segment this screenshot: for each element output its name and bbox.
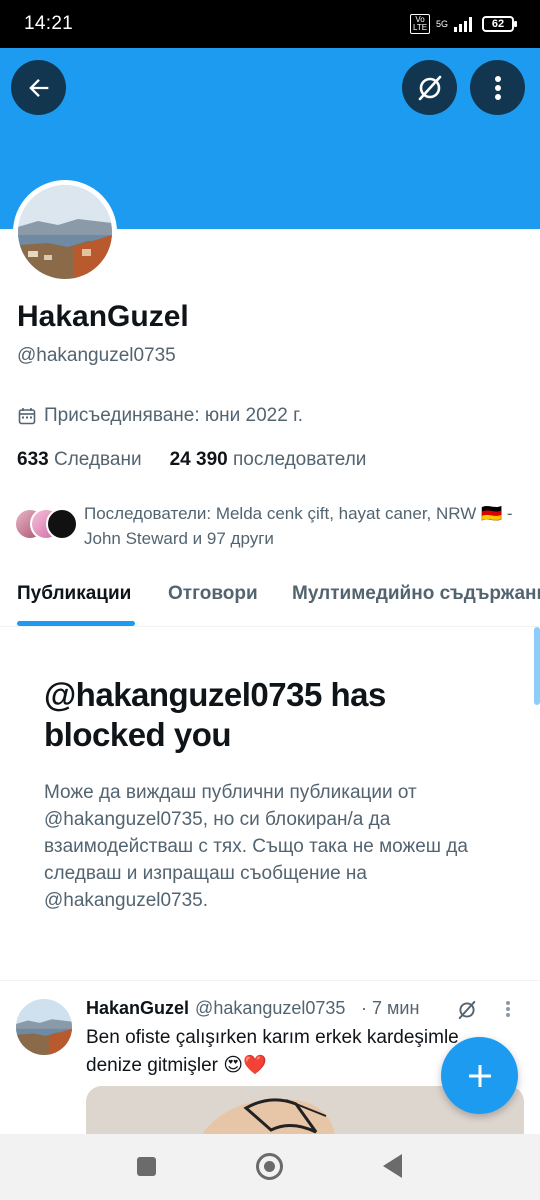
tweet-more-button[interactable] xyxy=(505,1000,511,1023)
joined-text: Присъединяване: юни 2022 г. xyxy=(44,405,303,426)
more-options-button[interactable] xyxy=(470,60,525,115)
following-count: 633 xyxy=(17,449,49,470)
profile-tabs: Публикации Отговори Мултимедийно съдържа… xyxy=(0,571,540,627)
tweet-time[interactable]: · 7 мин xyxy=(361,998,419,1019)
more-vertical-icon xyxy=(494,75,501,100)
signal-icon xyxy=(454,17,472,32)
back-triangle-icon[interactable] xyxy=(383,1154,402,1178)
followers-you-know[interactable]: Последователи: Melda cenk çift, hayat ca… xyxy=(14,500,524,552)
avatar-image xyxy=(18,185,112,279)
tweet-avatar[interactable] xyxy=(16,999,72,1055)
home-circle-icon[interactable] xyxy=(256,1153,283,1180)
follower-avatar xyxy=(46,508,78,540)
network-5g-icon: 5G xyxy=(435,18,448,29)
profile-handle: @hakanguzel0735 xyxy=(17,345,176,366)
profile-counts: 633 Следвани 24 390 последователи xyxy=(17,449,366,471)
followers-link[interactable]: 24 390 последователи xyxy=(170,449,367,471)
tweet-author-name[interactable]: HakanGuzel xyxy=(86,998,189,1019)
blocked-body: Може да виждаш публични публикации от @h… xyxy=(44,782,468,911)
status-time: 14:21 xyxy=(24,13,74,34)
status-bar: 14:21 Vo LTE 5G 62 xyxy=(0,0,540,48)
plus-icon xyxy=(468,1064,491,1087)
screen: 14:21 Vo LTE 5G 62 HakanGuzel @hakanguze… xyxy=(0,0,540,1200)
tab-posts[interactable]: Публикации xyxy=(17,583,131,605)
tweet-grok-button[interactable] xyxy=(456,999,478,1026)
followers-count: 24 390 xyxy=(169,449,228,470)
divider xyxy=(0,980,540,981)
back-arrow-icon xyxy=(28,78,48,97)
followers-you-know-text: Последователи: Melda cenk çift, hayat ca… xyxy=(84,504,513,548)
network-label: 5G xyxy=(435,18,448,29)
tweet-author-handle[interactable]: @hakanguzel0735 xyxy=(195,998,355,1019)
following-label: Следвани xyxy=(53,449,142,470)
active-tab-indicator xyxy=(17,621,135,626)
compose-post-button[interactable] xyxy=(441,1037,518,1114)
profile-avatar[interactable] xyxy=(13,180,117,284)
blocked-title: @hakanguzel0735 has blocked you xyxy=(44,676,386,753)
follower-avatars xyxy=(14,508,78,542)
calendar-icon xyxy=(18,408,36,425)
tab-replies[interactable]: Отговори xyxy=(168,583,258,605)
scrollbar[interactable] xyxy=(534,627,540,705)
more-vertical-icon xyxy=(506,1001,510,1017)
back-button[interactable] xyxy=(11,60,66,115)
grok-icon xyxy=(458,1000,476,1020)
grok-button[interactable] xyxy=(402,60,457,115)
grok-icon xyxy=(418,75,441,100)
followers-label: последователи xyxy=(233,449,367,470)
volte-icon: Vo LTE xyxy=(409,14,430,34)
profile-joined: Присъединяване: юни 2022 г. xyxy=(18,405,303,427)
recents-square-icon[interactable] xyxy=(137,1157,156,1176)
status-icons: Vo LTE 5G 62 xyxy=(409,14,517,34)
tab-media[interactable]: Мултимедийно съдържание xyxy=(292,583,540,605)
profile-display-name: HakanGuzel xyxy=(17,300,189,333)
battery-icon: 62 xyxy=(482,16,517,32)
tweet-header: HakanGuzel @hakanguzel0735 · 7 мин xyxy=(86,998,506,1019)
following-link[interactable]: 633 Следвани xyxy=(17,449,142,471)
